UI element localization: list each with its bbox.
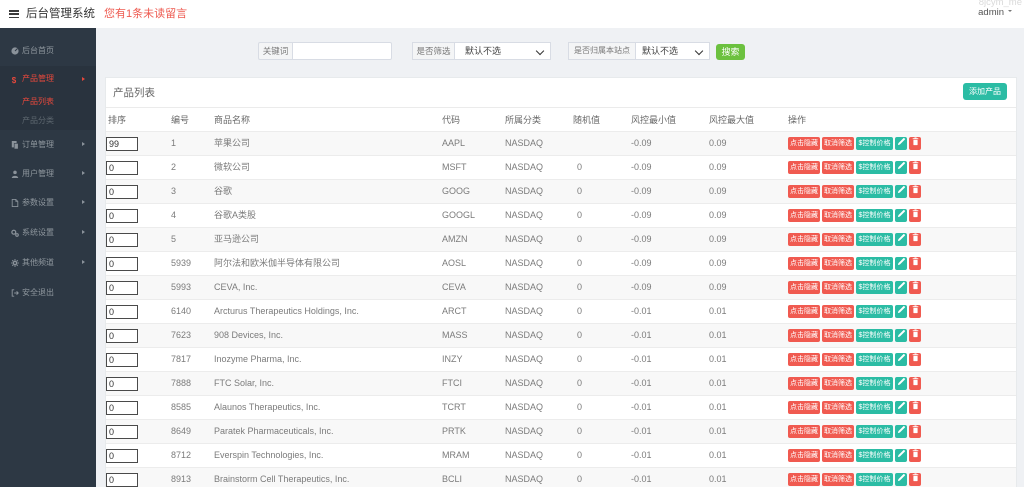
svg-text:$: $ <box>12 76 17 84</box>
